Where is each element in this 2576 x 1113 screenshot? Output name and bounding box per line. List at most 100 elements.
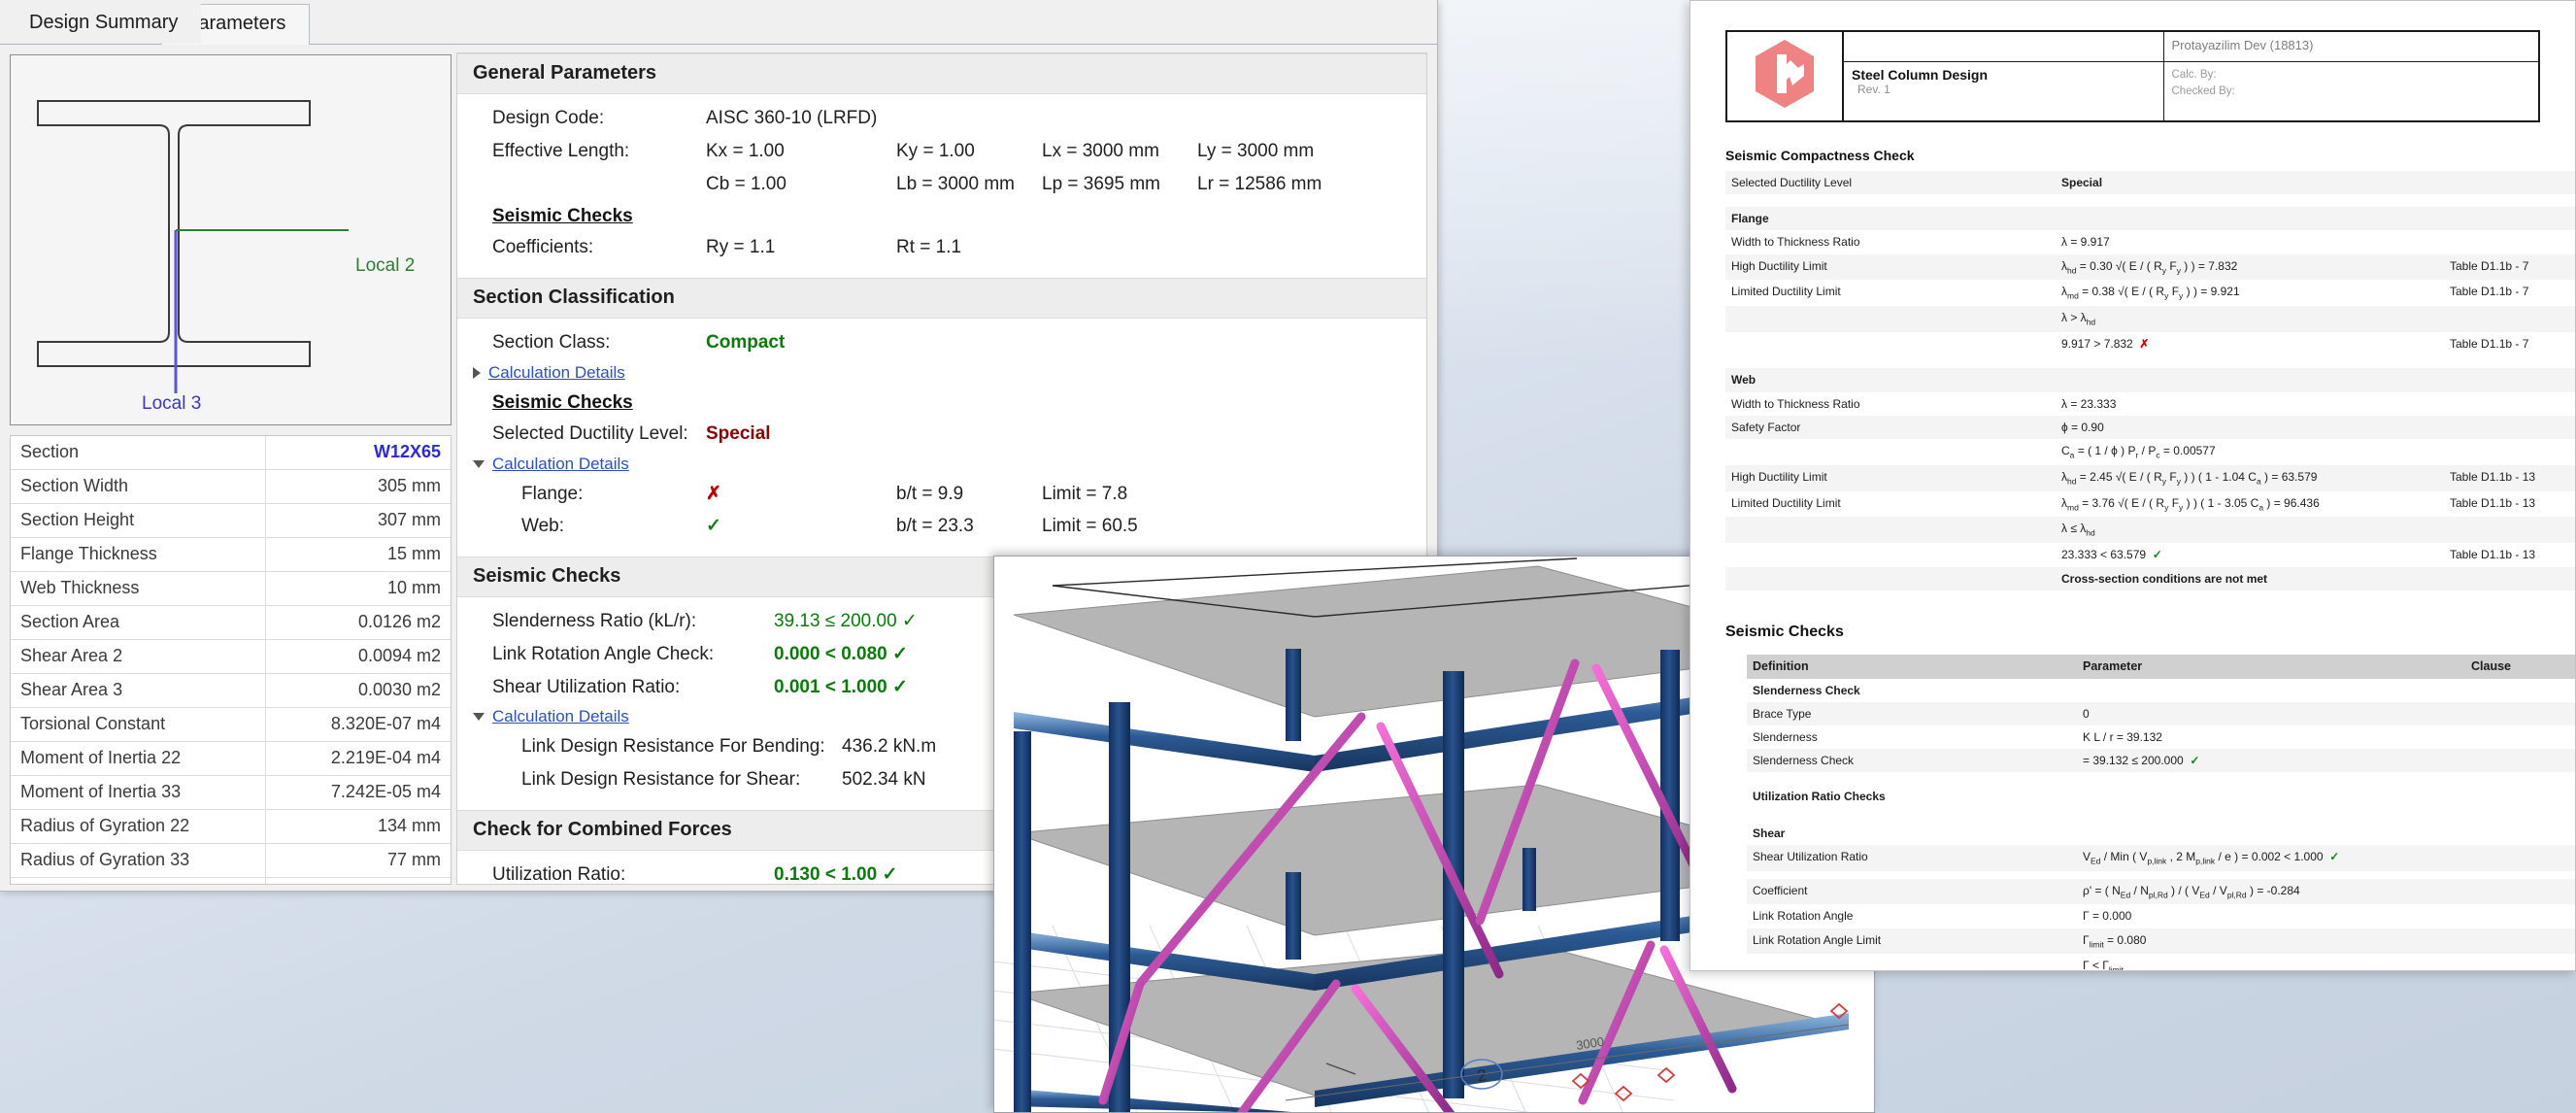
row-clause: [2465, 785, 2575, 808]
row-parameter: ρ' = ( NEd / Npl,Rd ) / ( VEd / Vpl,Rd )…: [2077, 878, 2465, 905]
table-row[interactable]: Shear Area 3 0.0030 m2: [11, 673, 451, 708]
row-definition: Limited Ductility Limit: [1731, 285, 1841, 299]
row-definition: [1725, 439, 2056, 465]
lp-value: Lp = 3695 mm: [1042, 173, 1160, 194]
row-parameter: 0: [2077, 701, 2465, 725]
link-rotation-angle-value: 0.000 < 0.080 ✓: [774, 643, 908, 664]
row-definition: Definition: [1747, 654, 2077, 679]
lr-value: Lr = 12586 mm: [1197, 173, 1322, 194]
rt-value: Rt = 1.1: [896, 237, 962, 258]
shear-utilization-label: Shear Utilization Ratio:: [492, 676, 681, 697]
table-row[interactable]: Section Width 305 mm: [11, 469, 451, 504]
row-parameter: Cross-section conditions are not met: [2056, 566, 2444, 590]
table-row[interactable]: Section Height 307 mm: [11, 503, 451, 538]
row-clause: [2444, 392, 2575, 416]
lb-value: Lb = 3000 mm: [896, 173, 1015, 194]
brand-logo-icon: [1756, 40, 1814, 108]
spacer-row: [1747, 809, 2575, 822]
row-clause: Clause: [2465, 654, 2575, 679]
utilization-ratio-value: 0.130 < 1.00 ✓: [774, 863, 898, 885]
company-logo: [1725, 30, 1844, 122]
table-row: 23.333 < 63.579 ✓ Table D1.1b - 13: [1725, 543, 2575, 566]
tab-design-summary[interactable]: Design Summary: [6, 4, 202, 44]
row-clause: Table D1.1b - 7: [2450, 337, 2529, 352]
property-value: 1.444E-03 m3: [265, 877, 451, 884]
row-clause: [2444, 171, 2575, 195]
row-parameter: λ = 9.917: [2061, 235, 2110, 250]
chevron-down-icon[interactable]: [473, 459, 485, 468]
section-properties-panel[interactable]: Section W12X65 Section Width 305 mm Section …: [10, 435, 452, 885]
link-shear-label: Link Design Resistance for Shear:: [521, 769, 801, 790]
row-definition: Link Rotation Angle Limit: [1747, 928, 2077, 955]
spacer-cell: [2465, 809, 2575, 822]
table-row: Ca = ( 1 / ϕ ) Pr / Pc = 0.00577: [1725, 439, 2575, 465]
table-row: 9.917 > 7.832 ✗ Table D1.1b - 7: [1725, 332, 2575, 355]
spacer-cell: [2056, 355, 2444, 368]
property-value: 2.219E-04 m4: [265, 741, 451, 776]
table-row[interactable]: Section W12X65: [11, 436, 451, 470]
report-seismic-table: Definition Parameter Clause Slenderness Che…: [1747, 654, 2575, 970]
chevron-down-icon-2[interactable]: [473, 713, 485, 722]
row-parameter: λ = 23.333: [2061, 396, 2117, 411]
table-row: Shear Utilization Ratio VEd / Min ( Vp,li…: [1747, 844, 2575, 871]
calculation-details-link-2[interactable]: Calculation Details: [492, 455, 629, 474]
property-name: Moment of Inertia 33: [11, 775, 267, 810]
table-row[interactable]: Elastic Section Modulus 221.444E-03 m3: [11, 877, 451, 884]
table-row[interactable]: Moment of Inertia 33 7.242E-05 m4: [11, 775, 451, 810]
checked-by-label: Checked By:: [2171, 84, 2235, 97]
table-row[interactable]: Moment of Inertia 22 2.219E-04 m4: [11, 741, 451, 776]
flange-limit-value: Limit = 7.8: [1042, 483, 1128, 504]
row-clause: [2465, 928, 2575, 955]
row-parameter: λ ≤ λhd: [2056, 517, 2444, 544]
project-name: Protayazilim Dev (18813): [2171, 38, 2314, 52]
row-design-code: Design Code: AISC 360-10 (LRFD): [457, 102, 1426, 135]
cb-value: Cb = 1.00: [706, 173, 786, 194]
calculation-details-link-3[interactable]: Calculation Details: [492, 707, 629, 726]
table-row[interactable]: Flange Thickness 15 mm: [11, 537, 451, 572]
row-parameter: [2056, 207, 2444, 231]
row-clause: [2444, 439, 2575, 465]
table-row[interactable]: Radius of Gyration 22 134 mm: [11, 809, 451, 844]
spacer-cell: [2056, 194, 2444, 207]
section-classification-body: Section Class: Compact Calculation Detai…: [457, 319, 1426, 556]
property-name: Section Width: [11, 469, 267, 504]
calculation-details-collapsed[interactable]: Calculation Details: [457, 359, 1426, 387]
calculation-details-expanded[interactable]: Calculation Details: [457, 451, 1426, 478]
row-parameter: Ca = ( 1 / ϕ ) Pr / Pc = 0.00577: [2061, 443, 2216, 460]
axis-label-local-2: Local 2: [355, 255, 416, 276]
table-group-row: Utilization Ratio Checks: [1747, 785, 2575, 808]
row-parameter: 9.917 > 7.832 ✗: [2061, 337, 2150, 352]
i-beam-cross-section-icon: [37, 100, 349, 393]
row-parameter: 23.333 < 63.579 ✓: [2061, 548, 2162, 562]
table-row[interactable]: Radius of Gyration 33 77 mm: [11, 843, 451, 878]
chevron-right-icon[interactable]: [473, 366, 481, 379]
table-row: Slenderness K L / r = 39.132: [1747, 725, 2575, 749]
row-definition: [1725, 306, 2056, 333]
document-revision: Rev. 1: [1857, 82, 1890, 96]
general-seismic-checks-subhead: Seismic Checks: [492, 206, 633, 227]
left-column: Local 2 Local 3 Section W12X65 Section Wid…: [10, 54, 452, 885]
table-row[interactable]: Shear Area 2 0.0094 m2: [11, 639, 451, 674]
row-parameter: Γlimit = 0.080: [2077, 928, 2465, 955]
table-row[interactable]: Torsional Constant 8.320E-07 m4: [11, 707, 451, 742]
status-ok-icon: ✓: [2152, 548, 2162, 562]
row-clause: [2465, 954, 2575, 970]
property-name: Radius of Gyration 33: [11, 843, 267, 878]
section-class-label: Section Class:: [492, 332, 611, 353]
report-seismic-title: Seismic Checks: [1725, 623, 1844, 640]
table-row[interactable]: Web Thickness 10 mm: [11, 571, 451, 606]
kx-value: Kx = 1.00: [706, 140, 785, 161]
row-definition: Flange: [1725, 207, 2056, 231]
calculation-report-window[interactable]: Protayazilim Dev (18813) Steel Column De…: [1689, 0, 2576, 971]
design-code-label: Design Code:: [492, 108, 605, 128]
section-figure-panel: Local 2 Local 3: [10, 54, 452, 425]
spacer-cell: [2444, 194, 2575, 207]
calculation-details-link-1[interactable]: Calculation Details: [488, 363, 625, 383]
property-value: 0.0126 m2: [265, 605, 451, 640]
row-definition: [1725, 566, 2056, 590]
lx-value: Lx = 3000 mm: [1042, 140, 1159, 161]
row-clause: [2444, 368, 2575, 392]
table-row[interactable]: Section Area 0.0126 m2: [11, 605, 451, 640]
status-ok-icon: ✓: [2329, 849, 2340, 863]
row-clause: Table D1.1b - 7: [2444, 253, 2575, 281]
